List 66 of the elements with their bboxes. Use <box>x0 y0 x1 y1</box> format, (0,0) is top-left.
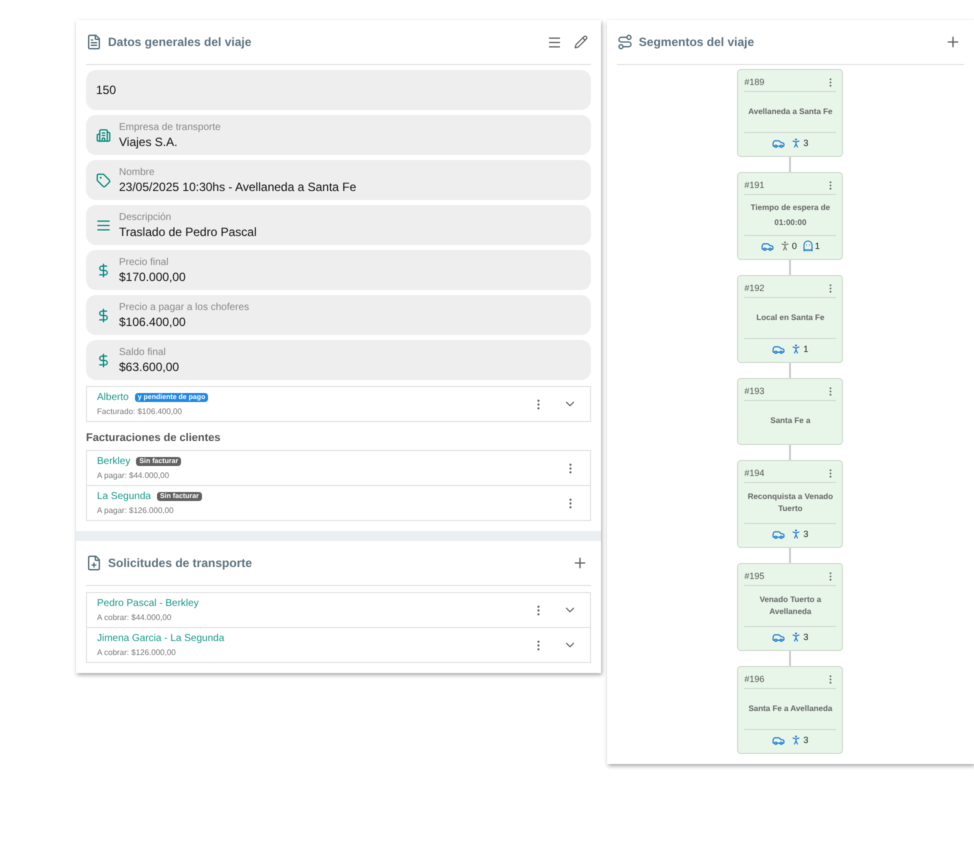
segment-number: #195 <box>744 571 764 581</box>
segment-number: #196 <box>744 674 764 684</box>
field-label: Precio final <box>119 256 170 268</box>
segment-card[interactable]: #189 Avellaneda a Santa Fe 3 <box>737 69 844 157</box>
segment-number: #194 <box>744 468 764 478</box>
segment-description: Tiempo de espera de <box>750 202 830 214</box>
field-value: Traslado de Pedro Pascal <box>119 224 257 238</box>
section-title: Facturaciones de clientes <box>86 432 222 444</box>
card-title: Datos generales del viaje <box>108 35 252 49</box>
amount-text: Facturado: $106.400,00 <box>97 407 183 416</box>
field-label: Saldo final <box>119 346 167 358</box>
segment-description: Reconquista a Venado Tuerto <box>746 491 834 515</box>
person-count: 3 <box>803 632 808 642</box>
segment-description: Venado Tuerto a Avellaneda <box>758 594 822 618</box>
field-label: Descripción <box>119 212 172 222</box>
name-link[interactable]: Berkley <box>97 456 130 467</box>
segment-card[interactable]: #192 Local en Santa Fe 1 <box>737 275 844 363</box>
person-count: 1 <box>803 344 808 354</box>
segment-duration: 01:00:00 <box>774 216 806 228</box>
segment-number: #191 <box>744 180 764 190</box>
money-icon <box>96 352 111 368</box>
money-icon <box>96 308 111 322</box>
person-count: 3 <box>803 529 808 539</box>
field-label: Precio a pagar a los choferes <box>119 302 250 312</box>
field-value: $106.400,00 <box>119 314 187 328</box>
ghost-icon <box>802 240 814 252</box>
amount-text: A pagar: $44.000,00 <box>97 471 170 480</box>
name-link[interactable]: Pedro Pascal - Berkley <box>97 598 199 609</box>
list-row[interactable]: Jimena Garcia - La Segunda A cobrar: $126.000,00 <box>87 627 590 662</box>
money-icon <box>96 262 111 278</box>
segment-number: #192 <box>744 283 764 293</box>
name-link[interactable]: Jimena Garcia - La Segunda <box>97 633 224 644</box>
segment-card[interactable]: #193 Santa Fe a <box>737 378 844 445</box>
field-value: 23/05/2025 10:30hs - Avellaneda a Santa Fe <box>119 180 356 194</box>
segment-card[interactable]: #194 Reconquista a Venado Tuerto 3 <box>737 460 844 548</box>
field-value: $63.600,00 <box>119 360 180 374</box>
document-icon <box>86 34 102 50</box>
field-value: $170.000,00 <box>119 270 186 284</box>
segment-card[interactable]: #195 Venado Tuerto a Avellaneda 3 <box>737 563 844 651</box>
list-row[interactable]: Pedro Pascal - Berkley A cobrar: $44.000,00 <box>87 593 590 627</box>
segment-card[interactable]: #196 Santa Fe a Avellaneda 3 <box>737 666 844 754</box>
segment-number: #189 <box>744 77 764 87</box>
person-count: 3 <box>803 735 808 745</box>
person-count: 3 <box>803 138 808 148</box>
amount-text: A pagar: $126.000,00 <box>97 506 175 515</box>
field-label: Empresa de transporte <box>119 122 221 132</box>
name-link[interactable]: Alberto <box>97 392 129 403</box>
field-value: 150 <box>96 83 116 97</box>
amount-text: A cobrar: $126.000,00 <box>97 648 177 657</box>
field-value: Viajes S.A. <box>119 134 178 148</box>
field-label: Nombre <box>119 166 156 178</box>
segment-description: Avellaneda a Santa Fe <box>748 106 832 118</box>
panel-title: Segmentos del viaje <box>638 35 756 49</box>
segment-description: Local en Santa Fe <box>756 312 824 324</box>
amount-text: A cobrar: $44.000,00 <box>97 613 172 622</box>
name-link[interactable]: La Segunda <box>97 491 151 502</box>
person-count: 0 <box>792 241 797 251</box>
tag-icon <box>96 172 111 188</box>
segment-card[interactable]: #191 Tiempo de espera de 01:00:00 0 1 <box>737 172 844 260</box>
card-title: Solicitudes de transporte <box>108 556 254 570</box>
segment-description: Santa Fe a <box>770 415 810 427</box>
route-icon <box>616 34 633 50</box>
segment-description: Santa Fe a Avellaneda <box>748 703 832 715</box>
file-plus-icon <box>86 555 102 571</box>
ghost-count: 1 <box>814 241 820 251</box>
segment-number: #193 <box>744 386 764 396</box>
